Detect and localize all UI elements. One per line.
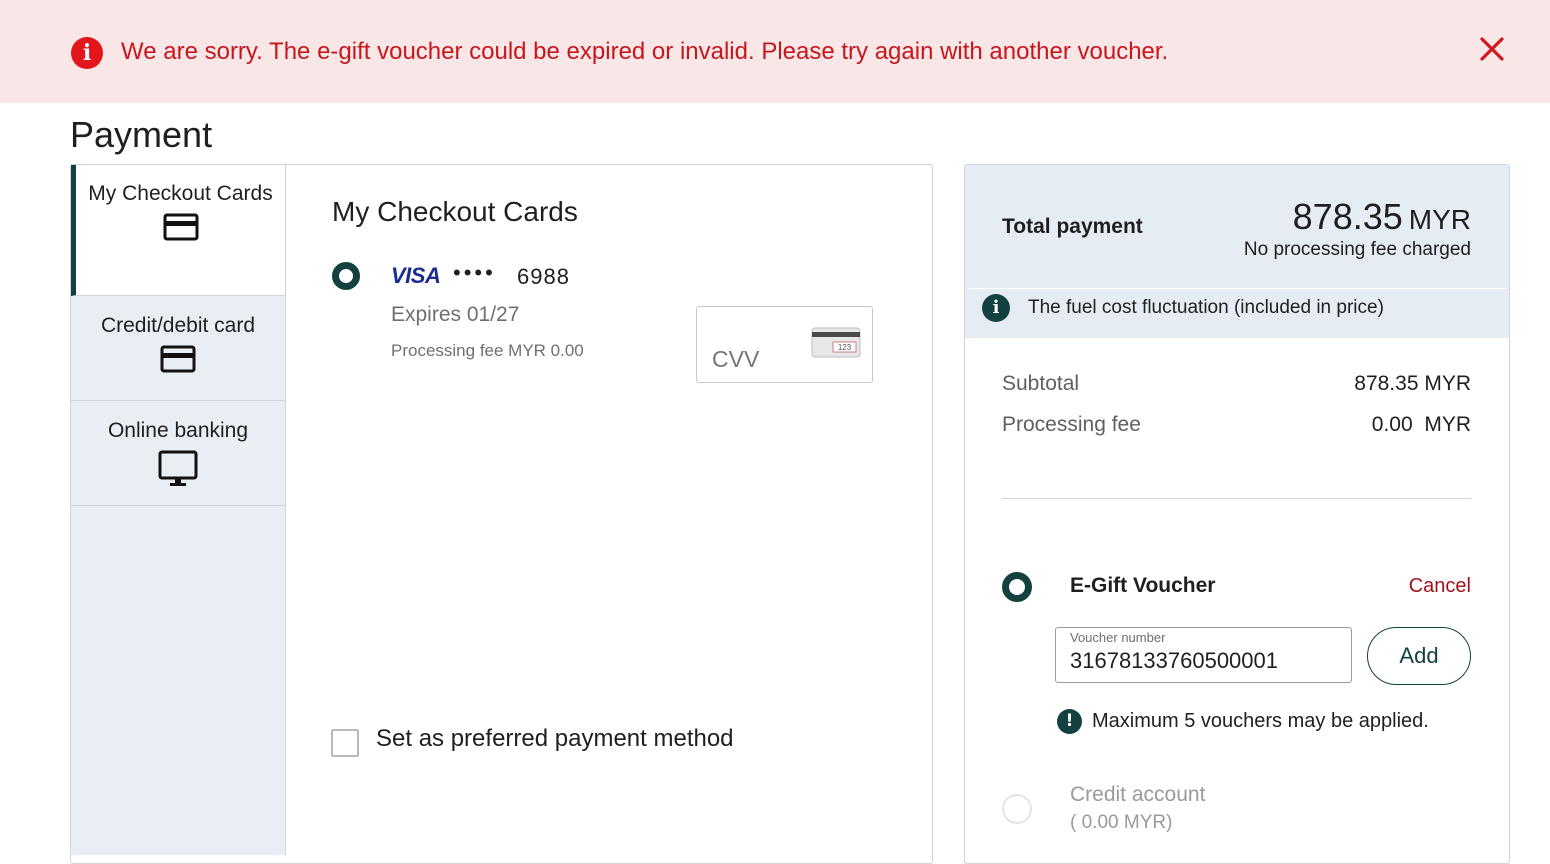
card-processing-fee: Processing fee MYR 0.00: [391, 341, 584, 360]
payment-tabs: My Checkout Cards Credit/debit card Onli…: [71, 165, 286, 855]
card-radio[interactable]: [332, 262, 360, 290]
error-icon: i: [71, 37, 103, 69]
add-voucher-button[interactable]: Add: [1367, 627, 1471, 685]
tab-label: Credit/debit card: [100, 314, 256, 337]
alert-icon: !: [1057, 709, 1082, 734]
processing-fee-label: Processing fee: [1002, 413, 1141, 436]
section-title: My Checkout Cards: [332, 196, 578, 227]
voucher-title: E-Gift Voucher: [1070, 574, 1216, 597]
credit-account-radio[interactable]: [1002, 794, 1032, 824]
close-icon[interactable]: [1476, 33, 1508, 65]
voucher-limit-note: Maximum 5 vouchers may be applied.: [1092, 710, 1429, 732]
monitor-icon: [71, 450, 285, 493]
divider: [1002, 498, 1471, 499]
total-label: Total payment: [1002, 215, 1143, 238]
error-message: We are sorry. The e-gift voucher could b…: [121, 38, 1169, 65]
tab-online-banking[interactable]: Online banking: [71, 401, 285, 506]
preferred-checkbox[interactable]: [331, 729, 359, 757]
credit-account-title: Credit account: [1070, 783, 1206, 806]
cvv-placeholder: CVV: [712, 346, 760, 372]
voucher-field-label: Voucher number: [1070, 630, 1166, 645]
tab-my-checkout-cards[interactable]: My Checkout Cards: [71, 165, 285, 296]
page-title: Payment: [70, 114, 213, 155]
tab-label: Online banking: [107, 419, 249, 442]
no-fee-note: No processing fee charged: [1243, 239, 1471, 260]
total-value: 878.35: [1292, 196, 1403, 237]
info-icon[interactable]: i: [982, 294, 1010, 322]
card-expiry: Expires 01/27: [391, 303, 520, 326]
card-mask: ••••: [453, 260, 496, 285]
credit-card-icon: [71, 345, 285, 378]
subtotal-value: 878.35 MYR: [1354, 372, 1471, 395]
credit-card-icon: [76, 213, 285, 246]
total-amount: 878.35 MYR: [1180, 196, 1471, 238]
cvv-hint: 123: [838, 343, 852, 352]
total-currency: MYR: [1408, 204, 1471, 235]
cvv-card-icon: 123: [811, 327, 861, 363]
tab-label: My Checkout Cards: [88, 182, 273, 205]
tab-credit-debit-card[interactable]: Credit/debit card: [71, 296, 285, 401]
fuel-info-text: The fuel cost fluctuation (included in p…: [1028, 297, 1384, 318]
subtotal-label: Subtotal: [1002, 372, 1080, 395]
voucher-number-input[interactable]: [1068, 646, 1342, 676]
visa-logo: VISA: [391, 263, 441, 288]
card-last-four: 6988: [517, 264, 570, 289]
processing-fee-value: 0.00 MYR: [1371, 413, 1471, 436]
preferred-label: Set as preferred payment method: [376, 725, 734, 752]
cancel-voucher-link[interactable]: Cancel: [1380, 575, 1471, 598]
voucher-radio[interactable]: [1002, 572, 1032, 602]
credit-account-amount: ( 0.00 MYR): [1070, 812, 1173, 833]
